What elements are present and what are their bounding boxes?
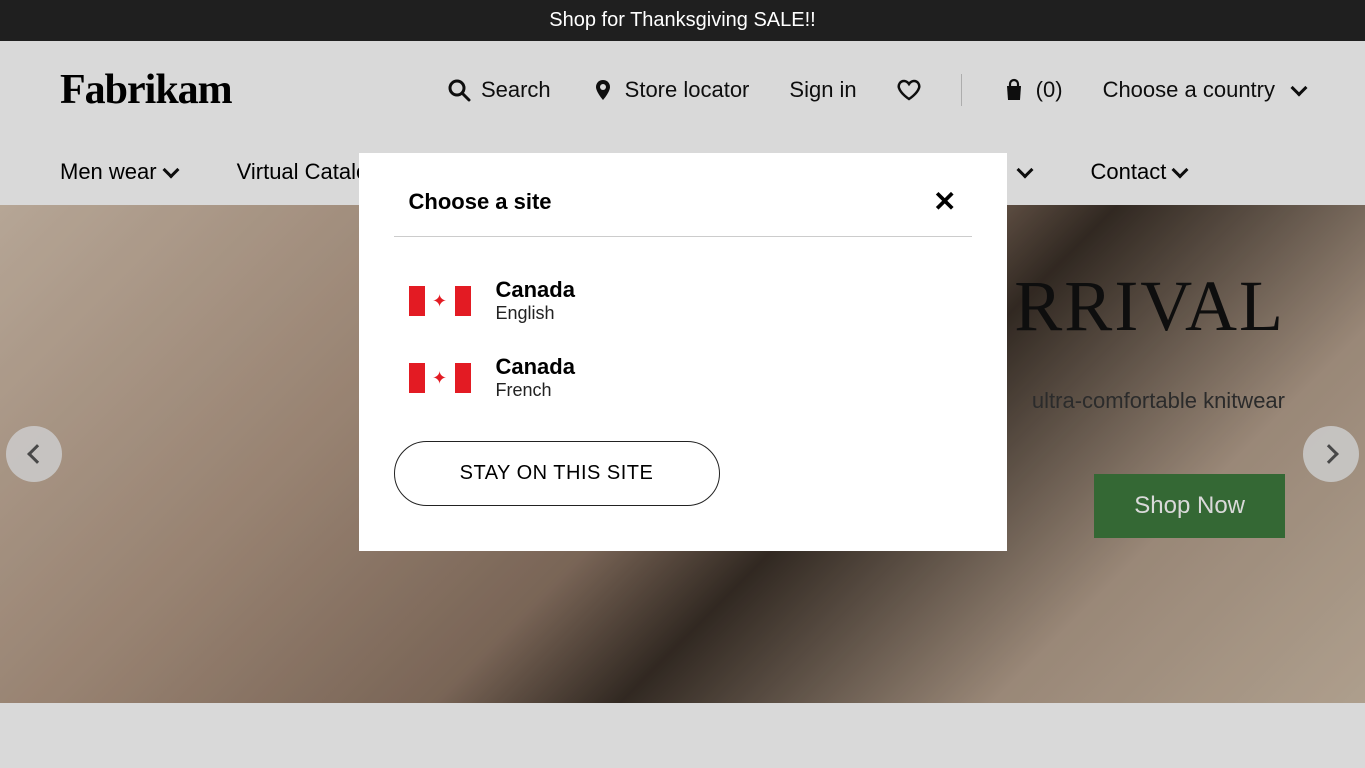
close-icon: ✕ [933,186,956,217]
site-option-texts: Canada English [496,277,575,324]
modal-divider [394,236,972,237]
flag-canada-icon: ✦ [409,363,471,393]
site-option-country: Canada [496,354,575,380]
site-option-texts: Canada French [496,354,575,401]
close-button[interactable]: ✕ [933,188,956,216]
choose-site-modal: Choose a site ✕ ✦ Canada English ✦ Canad… [359,153,1007,551]
site-option-country: Canada [496,277,575,303]
flag-canada-icon: ✦ [409,286,471,316]
site-option-canada-english[interactable]: ✦ Canada English [394,277,972,354]
site-option-canada-french[interactable]: ✦ Canada French [394,354,972,431]
stay-on-site-button[interactable]: STAY ON THIS SITE [394,441,720,506]
modal-header: Choose a site ✕ [394,188,972,236]
site-option-language: English [496,303,575,324]
site-option-language: French [496,380,575,401]
modal-title: Choose a site [409,189,552,215]
